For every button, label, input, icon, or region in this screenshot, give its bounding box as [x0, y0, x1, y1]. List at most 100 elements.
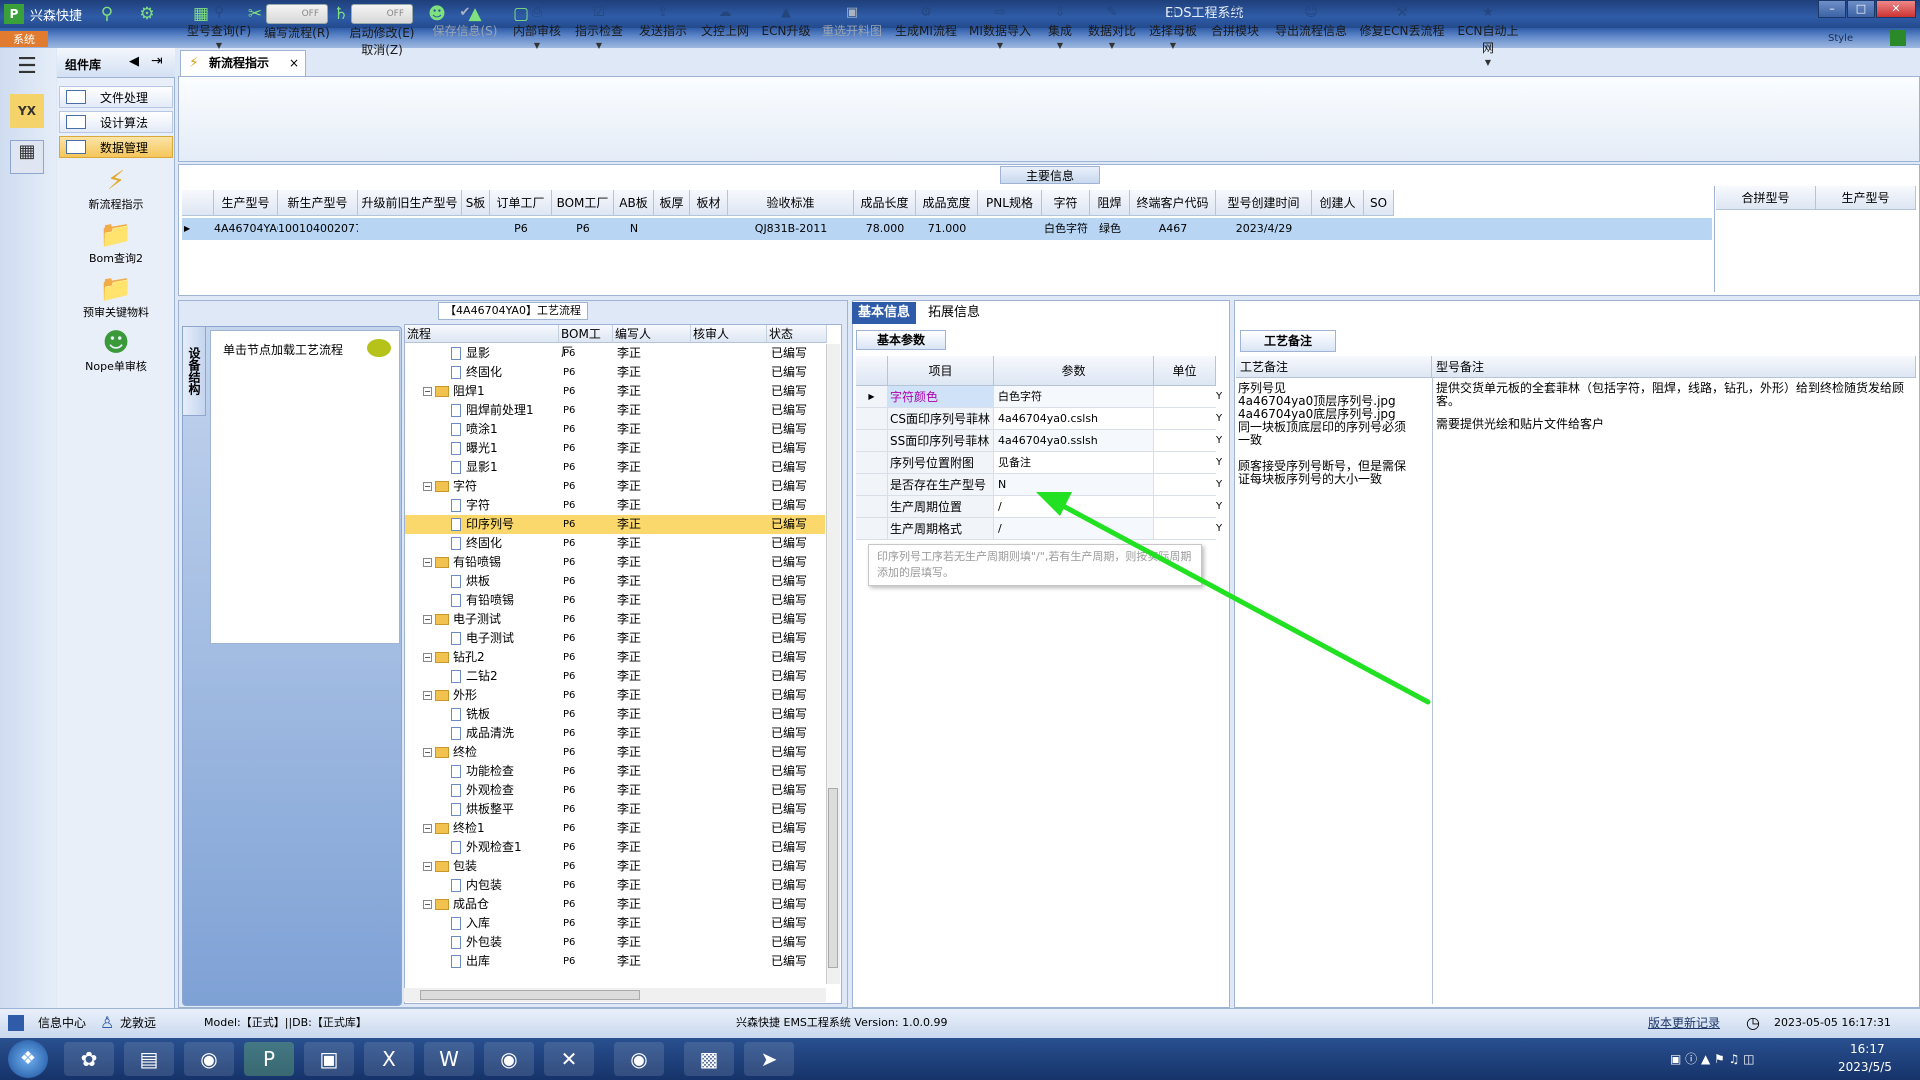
tree-node[interactable]: 成品清洗	[451, 724, 514, 743]
big-item-new-flow[interactable]: ⚡ 新流程指示	[57, 166, 175, 212]
chevron-down-icon[interactable]: ▼	[1040, 39, 1080, 53]
eye-icon[interactable]: ◉	[614, 1042, 664, 1076]
column-header[interactable]: BOM工厂	[552, 190, 614, 216]
collapse-icon[interactable]: −	[423, 862, 432, 871]
tree-row[interactable]: 曝光1 P6 李正 已编写	[405, 439, 825, 458]
tree-row[interactable]: − 终检1 P6 李正 已编写	[405, 819, 825, 838]
chevron-down-icon[interactable]: ▼	[1144, 39, 1202, 53]
tool-icon[interactable]: ✕	[544, 1042, 594, 1076]
tree-node[interactable]: 电子测试	[435, 610, 501, 629]
tree-node[interactable]: 功能检查	[451, 762, 514, 781]
system-tab[interactable]: 系统	[0, 31, 48, 47]
chevron-down-icon[interactable]: ▼	[1452, 56, 1524, 70]
save-info-button[interactable]: ✔ 保存信息(S)	[430, 4, 500, 82]
browser-icon[interactable]: ◉	[184, 1042, 234, 1076]
chevron-down-icon[interactable]: ▼	[966, 39, 1034, 53]
column-header[interactable]: 板厚	[654, 190, 690, 216]
column-header[interactable]: 阻焊	[1090, 190, 1130, 216]
column-header[interactable]: 创建人	[1312, 190, 1364, 216]
column-header[interactable]: 板材	[690, 190, 728, 216]
param-unit[interactable]	[1154, 386, 1216, 408]
column-header[interactable]: 终端客户代码	[1130, 190, 1216, 216]
param-value[interactable]: 白色字符	[994, 386, 1154, 408]
column-header[interactable]: 型号备注	[1432, 356, 1916, 378]
tree-row[interactable]: 字符 P6 李正 已编写	[405, 496, 825, 515]
chevron-down-icon[interactable]: ▼	[1084, 39, 1140, 53]
tree-row[interactable]: − 钻孔2 P6 李正 已编写	[405, 648, 825, 667]
column-header[interactable]: 工艺备注	[1236, 356, 1432, 378]
param-unit[interactable]	[1154, 474, 1216, 496]
minimize-icon[interactable]: –	[1818, 0, 1846, 18]
collapse-icon[interactable]: −	[423, 482, 432, 491]
query-button[interactable]: ⚲ 型号查询(F) ▼	[184, 4, 254, 82]
start-button[interactable]: ❖	[8, 1040, 48, 1078]
row-header[interactable]	[856, 430, 888, 452]
eye-icon[interactable]: ◉	[484, 1042, 534, 1076]
tree-row[interactable]: 显影1 P6 李正 已编写	[405, 458, 825, 477]
tree-node[interactable]: 外形	[435, 686, 477, 705]
column-header[interactable]: 验收标准	[728, 190, 854, 216]
big-item-nope-review[interactable]: ☻ Nope单审核	[57, 328, 175, 374]
param-row[interactable]: 生产周期格式 / Y	[852, 518, 1224, 540]
tree-node[interactable]: 二钻2	[451, 667, 498, 686]
tree-node[interactable]: 终固化	[451, 534, 502, 553]
tree-row[interactable]: 铣板 P6 李正 已编写	[405, 705, 825, 724]
param-row[interactable]: 是否存在生产型号 N Y	[852, 474, 1224, 496]
collapse-icon[interactable]: −	[423, 558, 432, 567]
tree-node[interactable]: 成品仓	[435, 895, 489, 914]
check-button[interactable]: ☑ 指示检查 ▼	[570, 4, 628, 82]
table-cell[interactable]: N	[614, 218, 654, 240]
collapse-left-icon[interactable]: ◀	[129, 54, 139, 69]
row-header[interactable]	[856, 408, 888, 430]
table-cell[interactable]: 71.000	[916, 218, 978, 240]
tab-equipment-structure[interactable]: 设备结构	[182, 326, 206, 416]
tree-row[interactable]: 二钻2 P6 李正 已编写	[405, 667, 825, 686]
param-unit[interactable]	[1154, 408, 1216, 430]
pin-icon[interactable]: ⇥	[151, 53, 163, 69]
table-cell[interactable]: QJ831B-2011	[728, 218, 854, 240]
column-header[interactable]: PNL规格	[978, 190, 1042, 216]
internal-review-button[interactable]: ⎙ 内部审核 ▼	[508, 4, 566, 82]
collapse-icon[interactable]: −	[423, 900, 432, 909]
tree-row[interactable]: 终固化 P6 李正 已编写	[405, 363, 825, 382]
param-row[interactable]: CS面印序列号菲林 4a46704ya0.cslsh Y	[852, 408, 1224, 430]
tree-node[interactable]: 终固化	[451, 363, 502, 382]
column-header[interactable]: S板	[462, 190, 490, 216]
tree-node[interactable]: 出库	[451, 952, 490, 971]
tab-basic-params[interactable]: 基本参数	[856, 330, 946, 350]
tree-node[interactable]: 阻焊1	[435, 382, 485, 401]
tree-node[interactable]: 内包装	[451, 876, 502, 895]
chevron-down-icon[interactable]: ▼	[184, 39, 254, 53]
row-header[interactable]	[856, 474, 888, 496]
column-header[interactable]: 编写人	[613, 325, 691, 343]
tree-node[interactable]: 字符	[451, 496, 490, 515]
big-item-bom-query[interactable]: 📁 Bom查询2	[57, 220, 175, 266]
param-value[interactable]: N	[994, 474, 1154, 496]
style-label[interactable]: Style	[1828, 33, 1853, 44]
tree-row[interactable]: 外包装 P6 李正 已编写	[405, 933, 825, 952]
param-row[interactable]: SS面印序列号菲林 4a46704ya0.sslsh Y	[852, 430, 1224, 452]
collapse-icon[interactable]: −	[423, 653, 432, 662]
integrate-button[interactable]: ⇩ 集成 ▼	[1040, 4, 1080, 82]
tree-row[interactable]: 内包装 P6 李正 已编写	[405, 876, 825, 895]
column-header[interactable]: 状态	[767, 325, 827, 343]
table-cell[interactable]: 白色字符	[1042, 218, 1090, 240]
column-header[interactable]: SO	[1364, 190, 1394, 216]
tree-node[interactable]: 曝光1	[451, 439, 498, 458]
tree-node[interactable]: 阻焊前处理1	[451, 401, 534, 420]
tree-node[interactable]: 烘板整平	[451, 800, 514, 819]
column-header[interactable]: 成品长度	[854, 190, 916, 216]
column-header[interactable]: 参数	[994, 356, 1154, 386]
toggle-switch[interactable]: OFF	[266, 4, 328, 24]
start-modify-toggle[interactable]: OFF 启动修改(E) 取消(Z)	[344, 4, 420, 82]
presentation-icon[interactable]: ▩	[684, 1042, 734, 1076]
tab-basic-info[interactable]: 基本信息	[852, 302, 917, 324]
table-cell[interactable]	[358, 218, 462, 240]
column-header[interactable]: 项目	[888, 356, 994, 386]
sidebar-item-data-management[interactable]: 数据管理	[59, 136, 173, 158]
param-unit[interactable]	[1154, 496, 1216, 518]
param-value[interactable]: 4a46704ya0.sslsh	[994, 430, 1154, 452]
grid-icon[interactable]	[1890, 30, 1906, 46]
collapse-icon[interactable]: −	[423, 387, 432, 396]
collapse-icon[interactable]: −	[423, 824, 432, 833]
